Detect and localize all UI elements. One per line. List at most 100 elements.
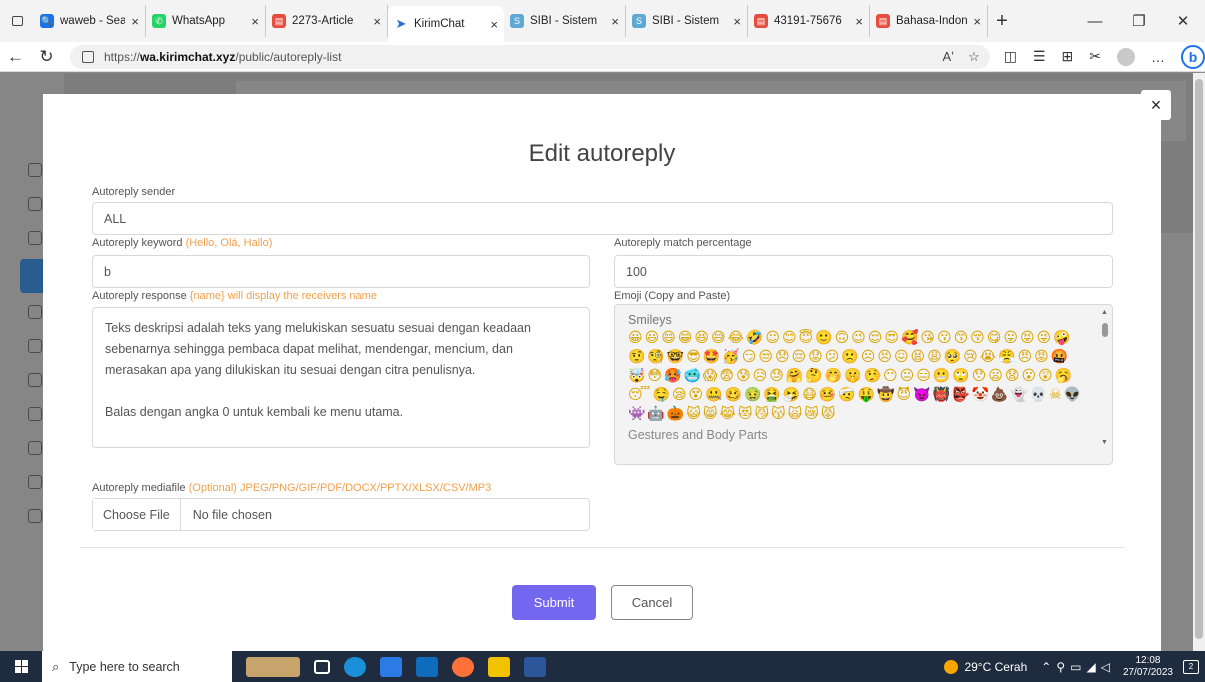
browser-tab-active[interactable]: ➤ KirimChat × (388, 6, 504, 42)
clock-date: 27/07/2023 (1122, 666, 1173, 678)
message-icon (28, 305, 42, 319)
keyword-label-text: Autoreply keyword (92, 237, 183, 249)
restore-icon[interactable]: ❐ (1117, 12, 1161, 30)
tab-actions-icon[interactable] (0, 16, 34, 26)
response-label: Autoreply response {name} will display t… (92, 290, 377, 302)
favorite-star-icon[interactable]: ☆ (968, 49, 980, 65)
close-tab-icon[interactable]: × (373, 14, 381, 29)
media-file-input[interactable]: Choose File No file chosen (92, 498, 590, 531)
folder-icon (28, 407, 42, 421)
match-label: Autoreply match percentage (614, 237, 752, 249)
emoji-category-smileys: Smileys (628, 313, 672, 327)
windows-logo-icon (14, 660, 28, 673)
sender-label: Autoreply sender (92, 186, 176, 198)
firefox-icon[interactable] (452, 656, 474, 677)
store-icon[interactable] (380, 656, 402, 677)
extensions-icon[interactable]: ✂ (1089, 48, 1101, 65)
close-tab-icon[interactable]: × (251, 14, 259, 29)
response-textarea[interactable]: Teks deskripsi adalah teks yang melukisk… (92, 307, 590, 448)
keyword-hint: (Hello, Olá, Hallo) (185, 237, 273, 249)
keyword-field[interactable]: b (92, 255, 590, 288)
start-button[interactable] (0, 660, 42, 673)
close-tab-icon[interactable]: × (611, 14, 619, 29)
edge-icon[interactable] (344, 656, 366, 677)
submit-button[interactable]: Submit (512, 585, 596, 620)
url-field[interactable]: https://wa.kirimchat.xyz/public/autorepl… (69, 44, 990, 69)
close-tab-icon[interactable]: × (733, 14, 741, 29)
media-hint: (Optional) JPEG/PNG/GIF/PDF/DOCX/PPTX/XL… (188, 482, 492, 494)
browser-tab[interactable]: 🔍 waweb - Sear × (34, 5, 146, 37)
browser-tab[interactable]: S SIBI - Sistem × (504, 5, 626, 37)
browser-tab[interactable]: ▤ 2273-Article × (266, 5, 388, 37)
emoji-glyphs[interactable]: 😀😃😄😁😆😅😂🤣☺😊😇🙂🙃😉😌😍🥰😘😗😙😚😋😛😝😜🤪🤨🧐🤓😎🤩🥳😏😒😞😔😟😕🙁☹… (628, 329, 1088, 424)
windows-taskbar: ⌕ Type here to search 29°C Cerah ⌃⚲▭◢◁ 1… (0, 651, 1205, 682)
collections-icon[interactable]: ⊞ (1062, 48, 1074, 65)
bing-icon[interactable]: b (1181, 44, 1205, 69)
list-icon (28, 441, 42, 455)
refresh-icon[interactable]: ↻ (31, 47, 62, 67)
more-menu-icon[interactable]: … (1151, 49, 1165, 65)
minimize-icon[interactable]: — (1073, 13, 1117, 30)
word-icon[interactable] (524, 656, 546, 677)
browser-tab[interactable]: S SIBI - Sistem × (626, 5, 748, 37)
taskbar-search[interactable]: ⌕ Type here to search (42, 651, 232, 682)
news-widget-icon[interactable] (246, 656, 300, 677)
close-tab-icon[interactable]: × (131, 14, 139, 29)
scroll-up-icon[interactable]: ▲ (1101, 309, 1108, 316)
window-controls: — ❐ ✕ (1073, 0, 1205, 42)
close-tab-icon[interactable]: × (855, 14, 863, 29)
profile-avatar[interactable] (1117, 47, 1135, 66)
scrollbar-thumb[interactable] (1195, 79, 1203, 639)
new-tab-icon[interactable]: + (988, 10, 1016, 33)
kirimchat-logo-icon: ➤ (395, 16, 407, 31)
pdf-icon: ▤ (272, 14, 286, 28)
cancel-button[interactable]: Cancel (611, 585, 693, 620)
media-label: Autoreply mediafile (Optional) JPEG/PNG/… (92, 482, 491, 494)
scroll-down-icon[interactable]: ▼ (1101, 439, 1108, 446)
back-icon[interactable]: ← (0, 47, 31, 67)
document-icon (28, 373, 42, 387)
close-tab-icon[interactable]: × (973, 14, 981, 29)
sibi-icon: S (632, 14, 646, 28)
page-scrollbar[interactable] (1193, 73, 1205, 651)
sender-field[interactable]: ALL (92, 202, 1113, 235)
search-icon: 🔍 (40, 14, 54, 28)
weather-text[interactable]: 29°C Cerah (964, 660, 1027, 674)
file-explorer-icon[interactable] (488, 656, 510, 677)
notification-icon[interactable]: 2 (1183, 659, 1199, 674)
close-modal-icon[interactable]: × (1141, 90, 1171, 120)
device-icon (28, 197, 42, 211)
close-window-icon[interactable]: ✕ (1161, 12, 1205, 30)
browser-tab[interactable]: ✆ WhatsApp × (146, 5, 266, 37)
url-prefix: https:// (103, 49, 140, 64)
task-view-icon[interactable] (314, 659, 330, 674)
sender-value: ALL (104, 211, 127, 226)
modal-title: Edit autoreply (528, 140, 676, 167)
emoji-label: Emoji (Copy and Paste) (614, 290, 731, 302)
choose-file-button[interactable]: Choose File (93, 499, 181, 530)
emoji-list[interactable]: Smileys 😀😃😄😁😆😅😂🤣☺😊😇🙂🙃😉😌😍🥰😘😗😙😚😋😛😝😜🤪🤨🧐🤓😎🤩🥳… (614, 304, 1113, 465)
users-icon (28, 475, 42, 489)
response-label-text: Autoreply response (92, 290, 187, 302)
match-percentage-field[interactable]: 100 (614, 255, 1113, 288)
mail-icon[interactable] (416, 656, 438, 677)
emoji-scroll-thumb[interactable] (1102, 323, 1108, 337)
clock[interactable]: 12:08 27/07/2023 (1123, 655, 1173, 679)
pdf-icon: ▤ (876, 14, 890, 28)
keyword-value: b (104, 264, 111, 279)
settings-icon (28, 509, 42, 523)
system-tray-icons[interactable]: ⌃⚲▭◢◁ (1041, 660, 1115, 674)
browser-tab[interactable]: ▤ 43191-75676 × (748, 5, 870, 37)
emoji-category-gestures: Gestures and Body Parts (628, 428, 768, 442)
favorites-icon[interactable]: ☰ (1033, 48, 1046, 65)
close-tab-icon[interactable]: × (490, 17, 498, 32)
weather-icon[interactable] (944, 659, 959, 674)
read-aloud-icon[interactable]: Aʼ (943, 49, 955, 65)
split-screen-icon[interactable]: ◫ (1004, 48, 1017, 65)
user-icon (28, 163, 42, 177)
emoji-scrollbar[interactable]: ▲ ▼ (1101, 309, 1109, 449)
history-icon (28, 339, 42, 353)
browser-tab[interactable]: ▤ Bahasa-Indon × (870, 5, 988, 37)
media-label-text: Autoreply mediafile (92, 482, 186, 494)
clock-time: 12:08 (1135, 654, 1161, 666)
